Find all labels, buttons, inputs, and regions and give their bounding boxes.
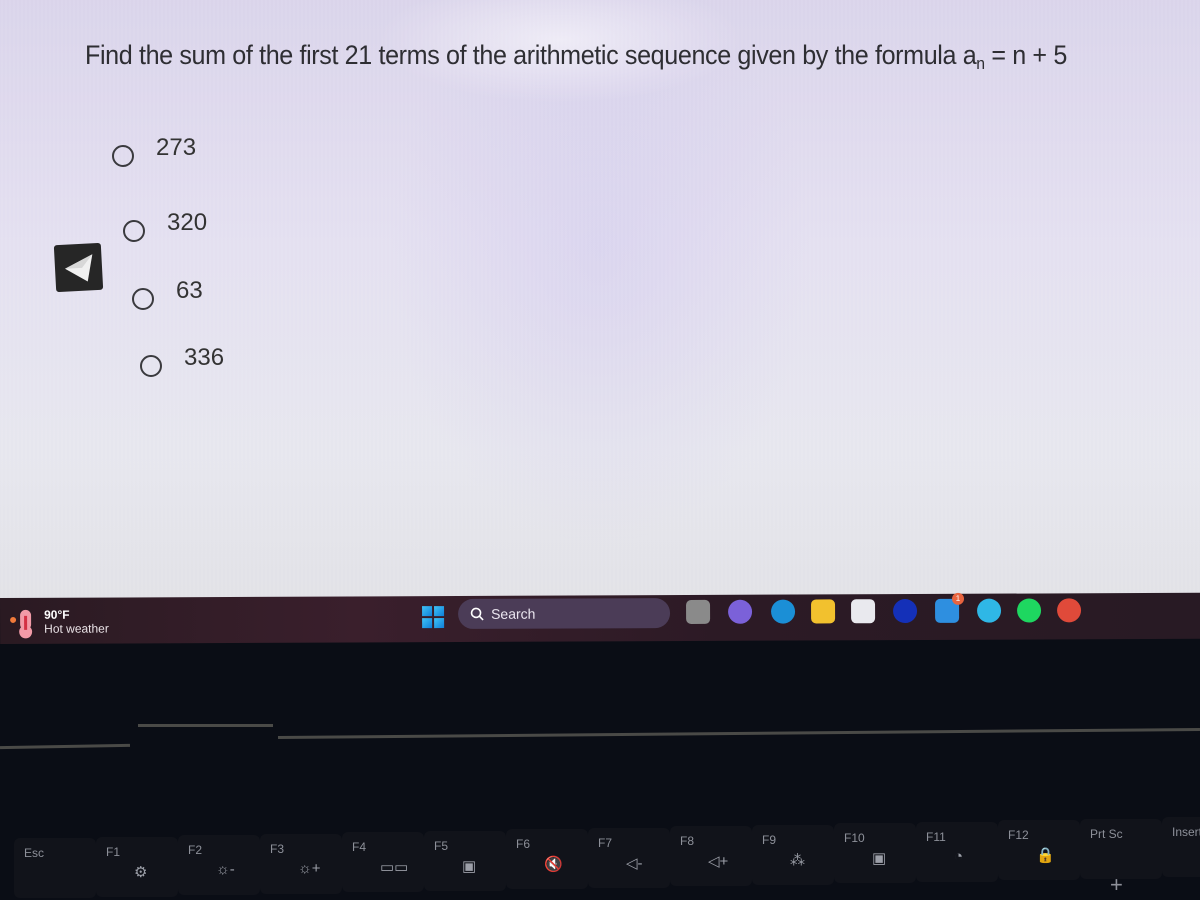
key-f12[interactable]: F12 🔒 [998,820,1080,880]
key-f6[interactable]: F6 🔇 [506,829,588,889]
key-function-icon: ⁂ [790,851,805,869]
store-icon[interactable] [851,599,876,624]
radio-button[interactable] [123,220,145,242]
key-label: F9 [762,832,777,847]
key-label: F2 [188,843,203,857]
chrome-icon[interactable] [1057,598,1082,623]
notification-badge: 1 [951,592,965,605]
windows-logo-icon[interactable] [422,606,445,629]
key-function-icon: ◁+ [708,853,729,870]
bezel-edge [138,724,273,727]
meet-icon[interactable] [728,599,753,624]
option-label: 336 [184,344,225,371]
key-f3[interactable]: F3 ☼+ [260,833,342,894]
spotify-icon[interactable] [1017,598,1042,623]
key-function-icon: ◁- [626,854,643,872]
key-esc[interactable]: Esc [14,838,96,898]
keyboard: Esc F1 ⚙ F2 ☼- F3 ☼+ F4 ▭▭ F5 ▣ F6 🔇 F7 ◁- F8 ◁+ F9 ⁂ F10 ▣ F… [0,640,1200,900]
key-label: F3 [270,841,285,856]
radio-button[interactable] [112,145,134,167]
answer-option[interactable]: 320 [123,209,207,242]
bezel-edge [278,727,1200,739]
key-function-icon: ☼+ [298,859,321,877]
answer-option[interactable]: 63 [132,277,203,310]
key-insert[interactable]: Insert [1162,817,1200,877]
key-function-icon: ▣ [872,850,887,867]
key-f10[interactable]: F10 ▣ [834,823,916,883]
question-suffix: = n + 5 [984,40,1067,70]
bezel-edge [0,743,131,750]
edge-icon[interactable] [771,599,796,624]
task-view-icon[interactable] [686,599,711,625]
alexa-icon[interactable] [977,598,1002,623]
back-button[interactable] [53,242,104,293]
answer-option[interactable]: 273 [112,134,196,167]
key-label: F5 [434,838,449,853]
key-function-icon: ▣ [462,857,477,875]
search-box[interactable]: Search [458,598,671,630]
weather-condition: Hot weather [44,621,109,636]
option-label: 63 [176,277,203,304]
key-prt-sc[interactable]: Prt Sc [1080,818,1162,879]
key-f7[interactable]: F7 ◁- [588,827,670,888]
key-f9[interactable]: F9 ⁂ [752,824,834,885]
key-function-icon: 🔇 [544,856,563,873]
key-label: F12 [1008,828,1029,842]
key-function-icon: ◔ [954,847,964,865]
key-label: F6 [516,837,531,851]
file-explorer-icon[interactable] [811,599,836,624]
search-icon [470,607,484,621]
monitor-screen: Find the sum of the first 21 terms of th… [0,0,1200,600]
key-label: Esc [24,846,45,860]
key-label: F1 [106,844,121,859]
key-label: F8 [680,834,695,848]
plus-key-label: + [1110,872,1123,897]
key-f11[interactable]: F11 ◔ [916,821,998,882]
mail-icon[interactable]: 1 [935,592,965,623]
key-f4[interactable]: F4 ▭▭ [342,832,424,892]
answer-option[interactable]: 336 [140,344,224,377]
radio-button[interactable] [140,355,162,377]
radio-button[interactable] [132,288,154,310]
thermometer-hot-icon [10,609,33,639]
key-label: F4 [352,840,367,854]
key-function-icon: 🔒 [1036,847,1055,864]
key-function-icon: ☼- [216,861,235,878]
search-label: Search [491,605,536,622]
question-text: Find the sum of the first 21 terms of th… [85,40,1067,74]
key-f1[interactable]: F1 ⚙ [96,836,178,897]
option-label: 273 [156,134,197,161]
key-f2[interactable]: F2 ☼- [178,835,260,895]
key-label: Prt Sc [1090,826,1123,841]
quick-assist-icon[interactable] [893,598,918,624]
key-label: F7 [598,835,613,850]
arrow-left-icon [64,253,92,282]
weather-widget[interactable]: 90°F Hot weather [8,608,109,640]
option-label: 320 [167,209,208,236]
taskbar: 90°F Hot weather Search 1 [0,592,1200,644]
key-label: F10 [844,831,865,845]
key-f5[interactable]: F5 ▣ [424,830,506,891]
key-function-icon: ⚙ [134,863,148,881]
key-label: F11 [926,829,946,844]
key-function-icon: ▭▭ [380,859,409,876]
question-prefix: Find the sum of the first 21 terms of th… [85,40,977,70]
key-label: Insert [1172,825,1200,839]
key-f8[interactable]: F8 ◁+ [670,826,752,886]
weather-temp: 90°F [44,607,70,622]
